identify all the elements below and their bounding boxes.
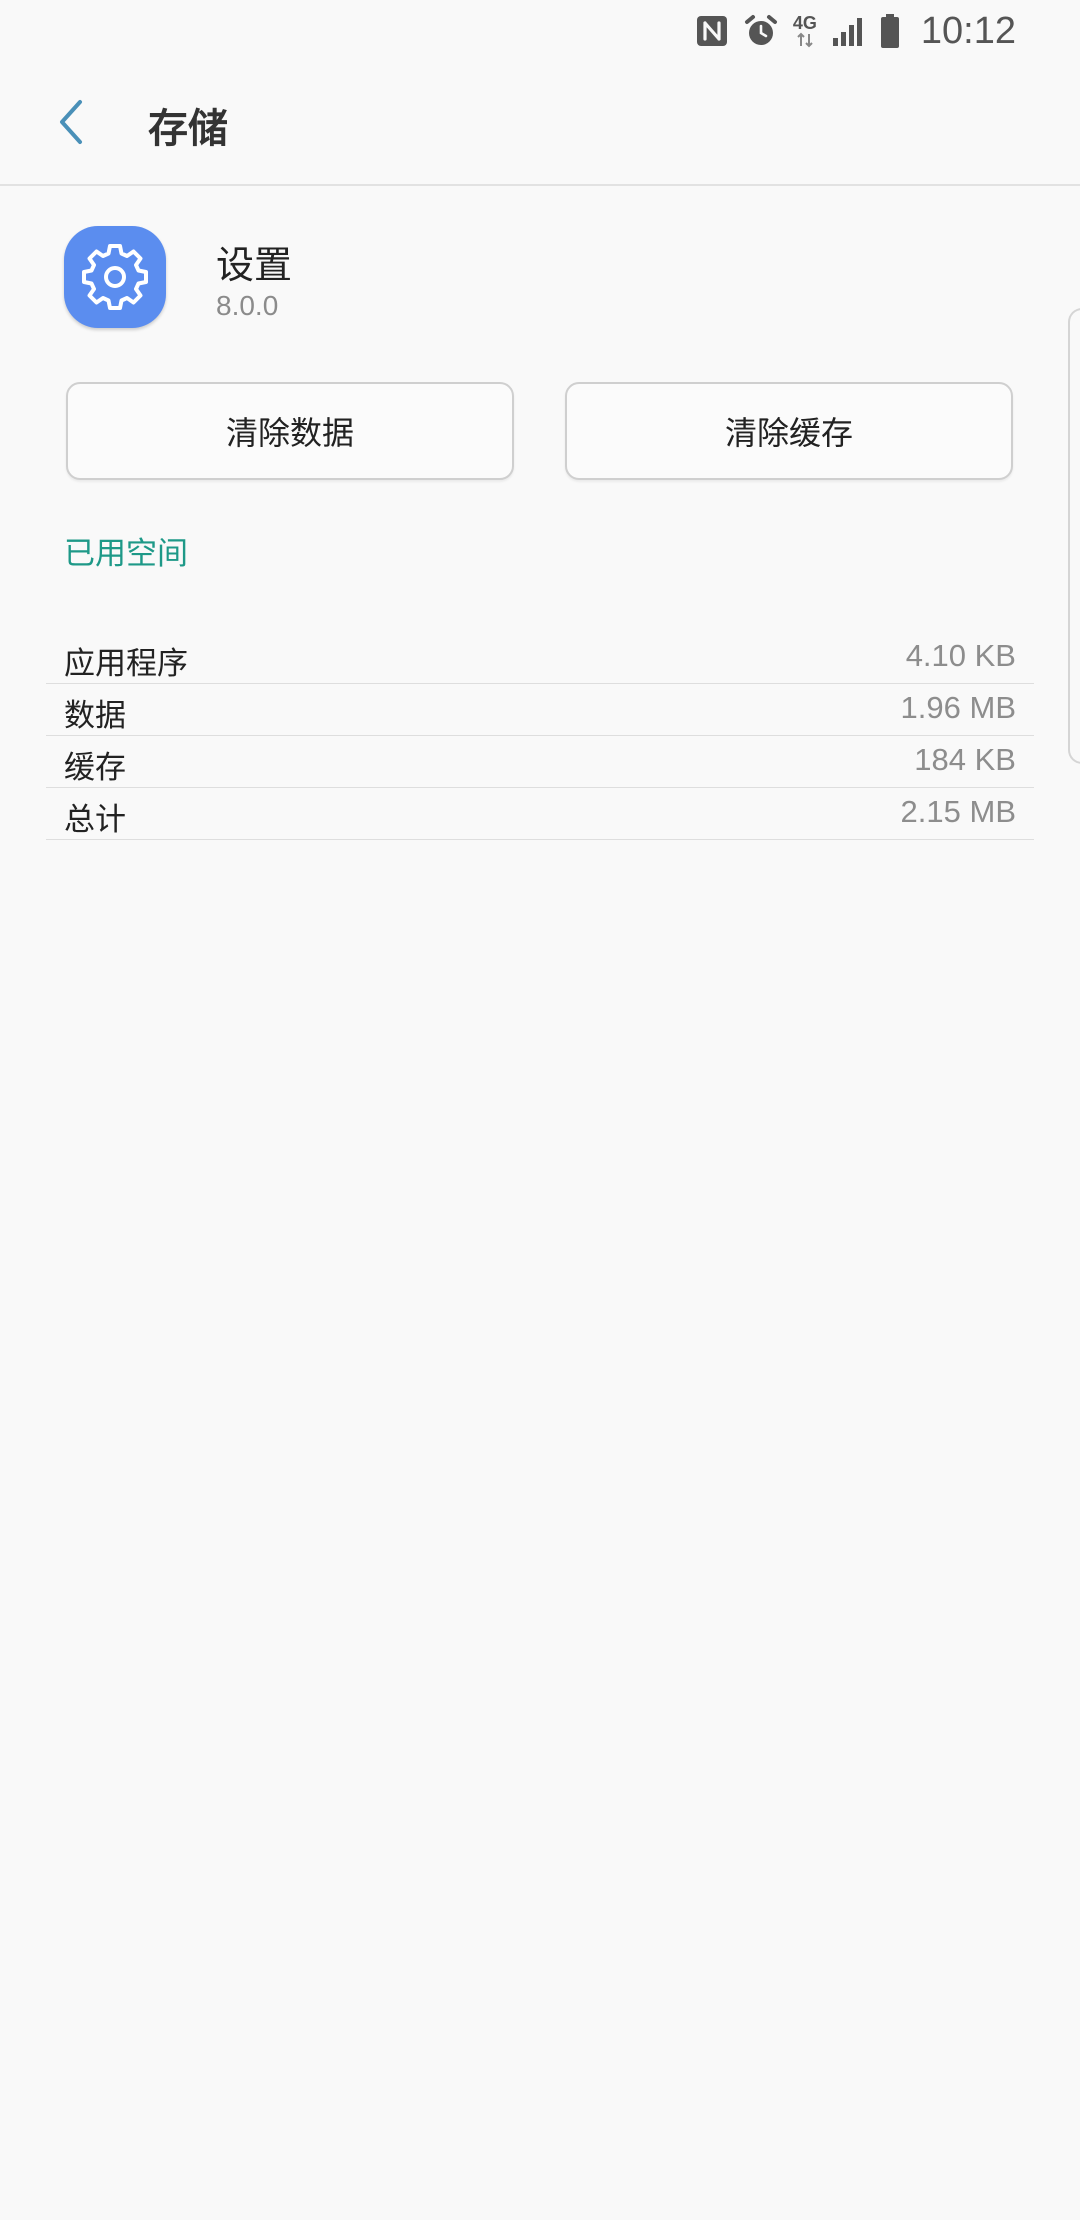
settings-app-icon xyxy=(64,226,166,328)
nfc-icon xyxy=(695,14,729,48)
status-icons: 4G 10:12 xyxy=(695,8,1016,54)
row-value: 4.10 KB xyxy=(905,638,1016,673)
row-value: 1.96 MB xyxy=(900,690,1016,725)
storage-row-data: 数据 1.96 MB xyxy=(46,684,1034,736)
row-value: 184 KB xyxy=(914,742,1016,777)
row-label: 缓存 xyxy=(64,750,126,786)
gear-icon xyxy=(82,244,148,310)
signal-icon xyxy=(831,16,865,46)
row-label: 总计 xyxy=(64,802,126,838)
battery-icon xyxy=(879,13,901,49)
storage-row-cache: 缓存 184 KB xyxy=(46,736,1034,788)
edge-panel-handle[interactable] xyxy=(1068,308,1080,764)
storage-row-total: 总计 2.15 MB xyxy=(46,788,1034,840)
section-header-used-space: 已用空间 xyxy=(64,536,188,572)
network-label: 4G xyxy=(792,13,817,33)
chevron-left-icon xyxy=(60,100,82,144)
4g-network-icon: 4G xyxy=(793,14,817,48)
back-button[interactable] xyxy=(38,88,106,156)
clear-data-button[interactable]: 清除数据 xyxy=(66,382,514,480)
alarm-icon xyxy=(743,13,779,49)
row-value: 2.15 MB xyxy=(900,794,1016,829)
row-label: 应用程序 xyxy=(64,646,188,682)
storage-row-app: 应用程序 4.10 KB xyxy=(46,632,1034,684)
app-name: 设置 xyxy=(216,243,293,287)
page-title: 存储 xyxy=(148,106,228,152)
app-bar: 存储 xyxy=(0,62,1080,186)
status-bar: 4G 10:12 xyxy=(0,0,1080,62)
row-label: 数据 xyxy=(64,698,126,734)
status-time: 10:12 xyxy=(920,9,1016,52)
clear-cache-button[interactable]: 清除缓存 xyxy=(565,382,1013,480)
storage-list: 应用程序 4.10 KB 数据 1.96 MB 缓存 184 KB 总计 2.1… xyxy=(46,632,1034,840)
app-version: 8.0.0 xyxy=(216,290,279,321)
